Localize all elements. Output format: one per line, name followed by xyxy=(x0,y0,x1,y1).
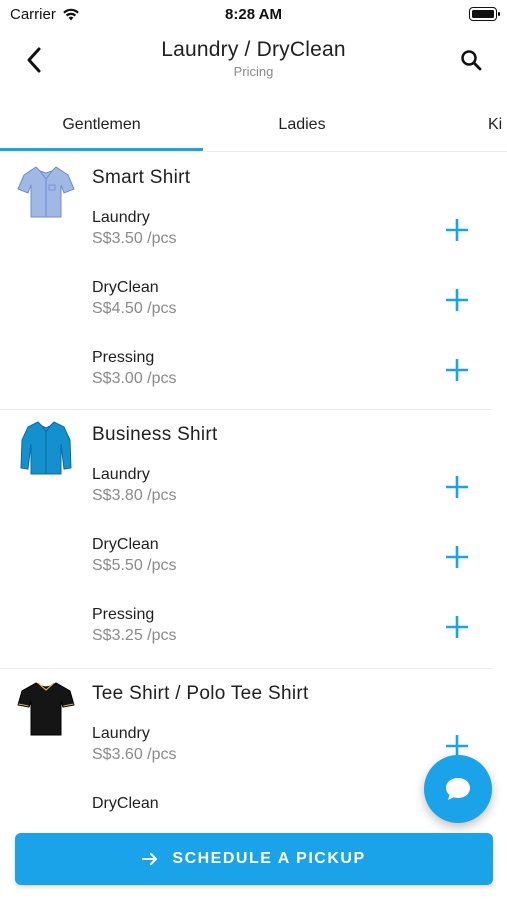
product-item: Smart Shirt Laundry S$3.50 /pcs DryClean… xyxy=(0,153,493,410)
add-button[interactable] xyxy=(442,472,472,502)
light-blue-shirt-icon xyxy=(16,161,76,221)
service-row: DryClean S$5.50 /pcs xyxy=(92,536,492,596)
service-price: S$3.50 /pcs xyxy=(92,230,177,247)
page-title: Laundry / DryClean xyxy=(161,38,346,61)
product-item: Business Shirt Laundry S$3.80 /pcs DryCl… xyxy=(0,410,493,669)
blue-long-sleeve-shirt-icon xyxy=(16,418,76,478)
service-row: Pressing S$3.25 /pcs xyxy=(92,606,492,666)
service-price: S$5.50 /pcs xyxy=(92,557,177,574)
product-name: Tee Shirt / Polo Tee Shirt xyxy=(92,683,309,704)
tab-indicator xyxy=(0,148,203,151)
service-price: S$3.25 /pcs xyxy=(92,627,177,644)
chevron-left-icon xyxy=(27,47,41,73)
service-row: Laundry S$3.80 /pcs xyxy=(92,466,492,526)
service-row: DryClean S$4.50 /pcs xyxy=(92,279,492,339)
status-time: 8:28 AM xyxy=(225,6,282,23)
product-name: Business Shirt xyxy=(92,424,218,445)
schedule-pickup-label: SCHEDULE A PICKUP xyxy=(172,850,366,867)
plus-icon xyxy=(446,359,468,381)
category-tabs: Gentlemen Ladies Ki xyxy=(0,98,507,152)
service-row: Laundry S$3.50 /pcs xyxy=(92,209,492,269)
service-name: Pressing xyxy=(92,606,155,623)
tab-ladies[interactable]: Ladies xyxy=(203,98,401,151)
add-button[interactable] xyxy=(442,215,472,245)
service-name: DryClean xyxy=(92,536,159,553)
product-item: Tee Shirt / Polo Tee Shirt Laundry S$3.6… xyxy=(0,669,493,833)
arrow-right-icon xyxy=(142,853,158,865)
pricing-list[interactable]: Smart Shirt Laundry S$3.50 /pcs DryClean… xyxy=(0,153,507,833)
plus-icon xyxy=(446,546,468,568)
plus-icon xyxy=(446,476,468,498)
product-name: Smart Shirt xyxy=(92,167,191,188)
service-price: S$3.60 /pcs xyxy=(92,746,177,763)
service-row: Pressing S$3.00 /pcs xyxy=(92,349,492,409)
schedule-pickup-button[interactable]: SCHEDULE A PICKUP xyxy=(15,833,493,885)
plus-icon xyxy=(446,616,468,638)
search-button[interactable] xyxy=(453,42,489,78)
back-button[interactable] xyxy=(16,42,52,78)
service-name: Laundry xyxy=(92,209,150,226)
add-button[interactable] xyxy=(442,285,472,315)
service-price: S$3.80 /pcs xyxy=(92,487,177,504)
battery-icon xyxy=(469,7,500,21)
service-name: Pressing xyxy=(92,349,155,366)
service-name: DryClean xyxy=(92,279,159,296)
title-block: Laundry / DryClean Pricing xyxy=(80,38,427,79)
service-price: S$3.00 /pcs xyxy=(92,370,177,387)
nav-header: Laundry / DryClean Pricing xyxy=(0,28,507,94)
chat-bubble-icon xyxy=(446,778,470,800)
status-bar: Carrier 8:28 AM xyxy=(0,0,507,28)
plus-icon xyxy=(446,289,468,311)
tab-gentlemen[interactable]: Gentlemen xyxy=(0,98,203,151)
add-button[interactable] xyxy=(442,612,472,642)
add-button[interactable] xyxy=(442,355,472,385)
tab-kids[interactable]: Ki xyxy=(488,98,507,151)
page-subtitle: Pricing xyxy=(233,64,274,79)
search-icon xyxy=(461,50,482,71)
black-polo-shirt-icon xyxy=(16,677,76,737)
chat-button[interactable] xyxy=(424,755,492,823)
plus-icon xyxy=(446,219,468,241)
add-button[interactable] xyxy=(442,542,472,572)
service-price: S$4.50 /pcs xyxy=(92,300,177,317)
service-name: Laundry xyxy=(92,725,150,742)
service-name: Laundry xyxy=(92,466,150,483)
